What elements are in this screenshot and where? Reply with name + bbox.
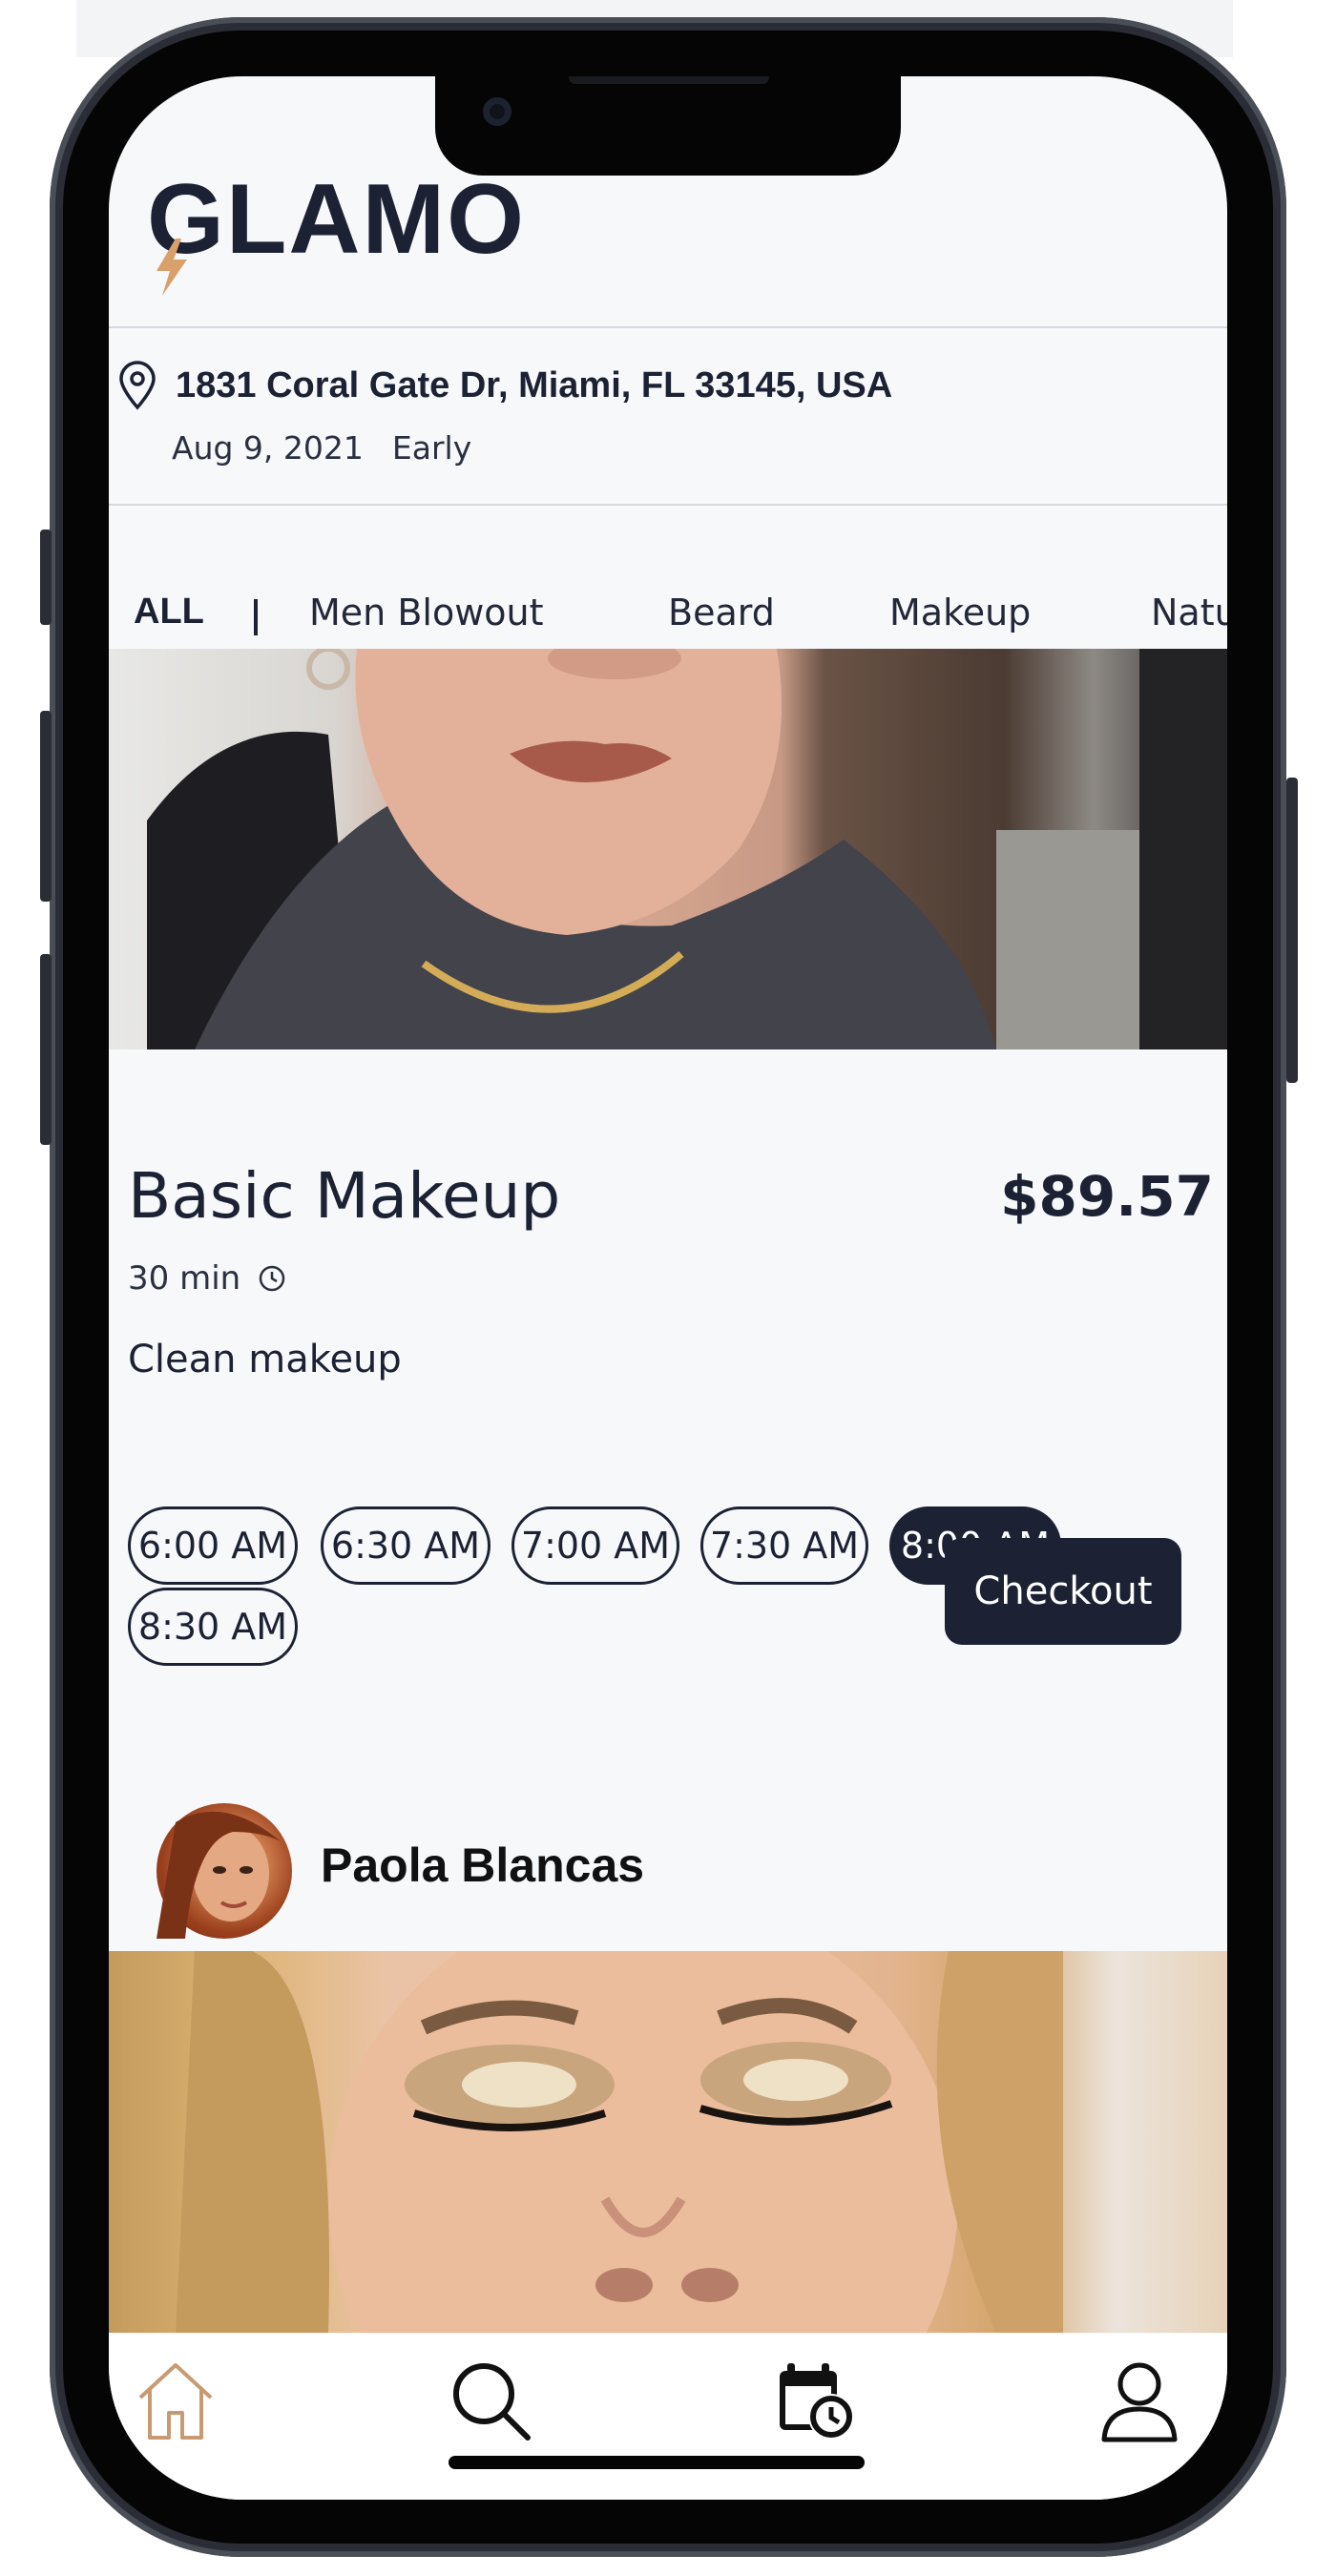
- service-photo[interactable]: [109, 649, 1227, 1049]
- category-tab-beard[interactable]: Beard: [668, 592, 775, 634]
- home-indicator[interactable]: [449, 2456, 865, 2469]
- bottom-tab-bar: [109, 2334, 1227, 2500]
- time-slot[interactable]: 6:00 AM: [128, 1506, 298, 1585]
- location-divider: [109, 504, 1227, 506]
- calendar-clock-icon[interactable]: [769, 2353, 865, 2448]
- header-divider: [109, 326, 1227, 328]
- category-tab-makeup[interactable]: Makeup: [889, 592, 1031, 634]
- app-screen: GLAMO 1831 Coral Gate Dr, Miami, FL 3314…: [109, 76, 1227, 2500]
- date-time-row[interactable]: Aug 9, 2021 Early: [172, 429, 471, 467]
- home-icon[interactable]: [128, 2353, 223, 2448]
- clock-icon: [259, 1265, 285, 1292]
- time-slot[interactable]: 6:30 AM: [321, 1506, 491, 1585]
- category-tab-all[interactable]: ALL: [134, 592, 204, 633]
- time-slot[interactable]: 8:30 AM: [128, 1588, 298, 1666]
- profile-icon[interactable]: [1092, 2353, 1187, 2448]
- category-tabs: ALL Men Blowout Beard Makeup Natu: [109, 572, 1227, 649]
- service-duration: 30 min: [128, 1259, 286, 1298]
- speaker-grille: [569, 76, 769, 84]
- booking-time-of-day: Early: [391, 429, 472, 467]
- logo-text: GLAMO: [147, 163, 527, 275]
- search-icon[interactable]: [443, 2353, 538, 2448]
- phone-mute-switch: [40, 530, 52, 625]
- time-slot[interactable]: 7:30 AM: [700, 1506, 868, 1585]
- category-tab-natural[interactable]: Natu: [1151, 592, 1227, 634]
- phone-power-button: [1286, 778, 1298, 1083]
- phone-volume-down: [40, 954, 52, 1145]
- location-pin-icon: [109, 361, 166, 410]
- service-price: $89.57: [1000, 1164, 1214, 1229]
- checkout-button[interactable]: Checkout: [945, 1538, 1181, 1645]
- stylist-photo[interactable]: [109, 1951, 1227, 2333]
- service-description: Clean makeup: [128, 1338, 402, 1381]
- service-title: Basic Makeup: [128, 1159, 561, 1233]
- stylist-name[interactable]: Paola Blancas: [321, 1838, 644, 1893]
- bolt-icon: [157, 239, 187, 296]
- address-text: 1831 Coral Gate Dr, Miami, FL 33145, USA: [176, 364, 893, 405]
- app-logo: GLAMO: [147, 164, 526, 296]
- category-separator: [254, 599, 258, 635]
- category-tab-men-blowout[interactable]: Men Blowout: [309, 592, 544, 634]
- location-row[interactable]: 1831 Coral Gate Dr, Miami, FL 33145, USA: [109, 359, 892, 412]
- app-content: GLAMO 1831 Coral Gate Dr, Miami, FL 3314…: [109, 76, 1227, 2500]
- front-camera: [483, 97, 511, 126]
- phone-notch: [435, 76, 901, 176]
- duration-text: 30 min: [128, 1259, 241, 1298]
- time-slot[interactable]: 7:00 AM: [511, 1506, 679, 1585]
- stylist-avatar[interactable]: [157, 1803, 292, 1939]
- booking-date: Aug 9, 2021: [172, 429, 364, 467]
- phone-volume-up: [40, 711, 52, 902]
